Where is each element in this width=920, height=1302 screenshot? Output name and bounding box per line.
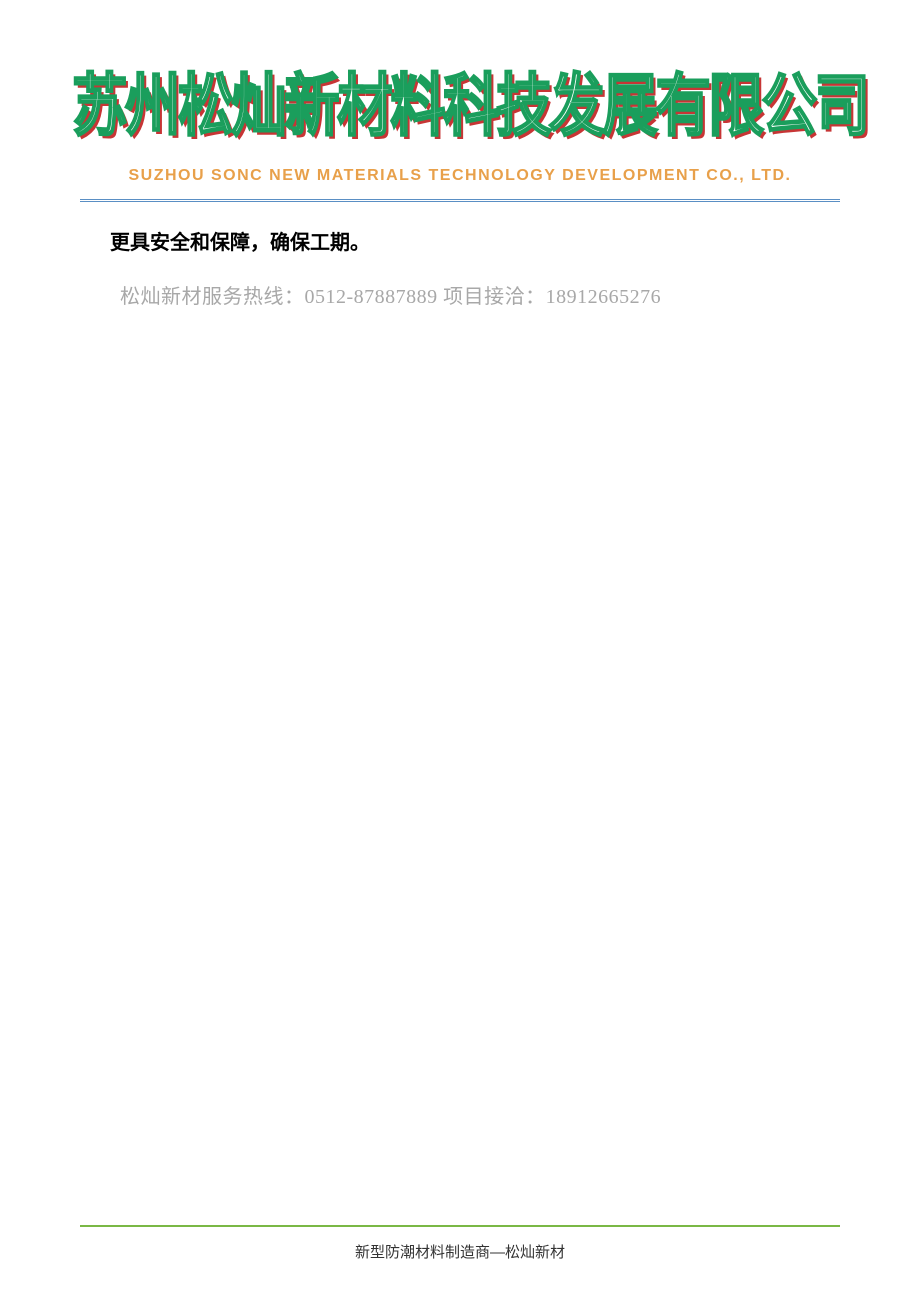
document-body: 更具安全和保障，确保工期。 松灿新材服务热线：0512-87887889 项目接…	[80, 224, 840, 1302]
footer-text: 新型防潮材料制造商—松灿新材	[80, 1241, 840, 1262]
body-line-1: 更具安全和保障，确保工期。	[110, 224, 840, 262]
header-divider	[80, 199, 840, 202]
company-name-chinese: 苏州松灿新材料科技发展有限公司	[72, 50, 868, 149]
document-footer: 新型防潮材料制造商—松灿新材	[80, 1225, 840, 1262]
company-name-english: SUZHOU SONC NEW MATERIALS TECHNOLOGY DEV…	[80, 163, 840, 189]
footer-divider	[80, 1225, 840, 1227]
body-line-2: 松灿新材服务热线：0512-87887889 项目接洽：18912665276	[120, 278, 840, 316]
document-header: 苏州松灿新材料科技发展有限公司 SUZHOU SONC NEW MATERIAL…	[80, 60, 840, 224]
